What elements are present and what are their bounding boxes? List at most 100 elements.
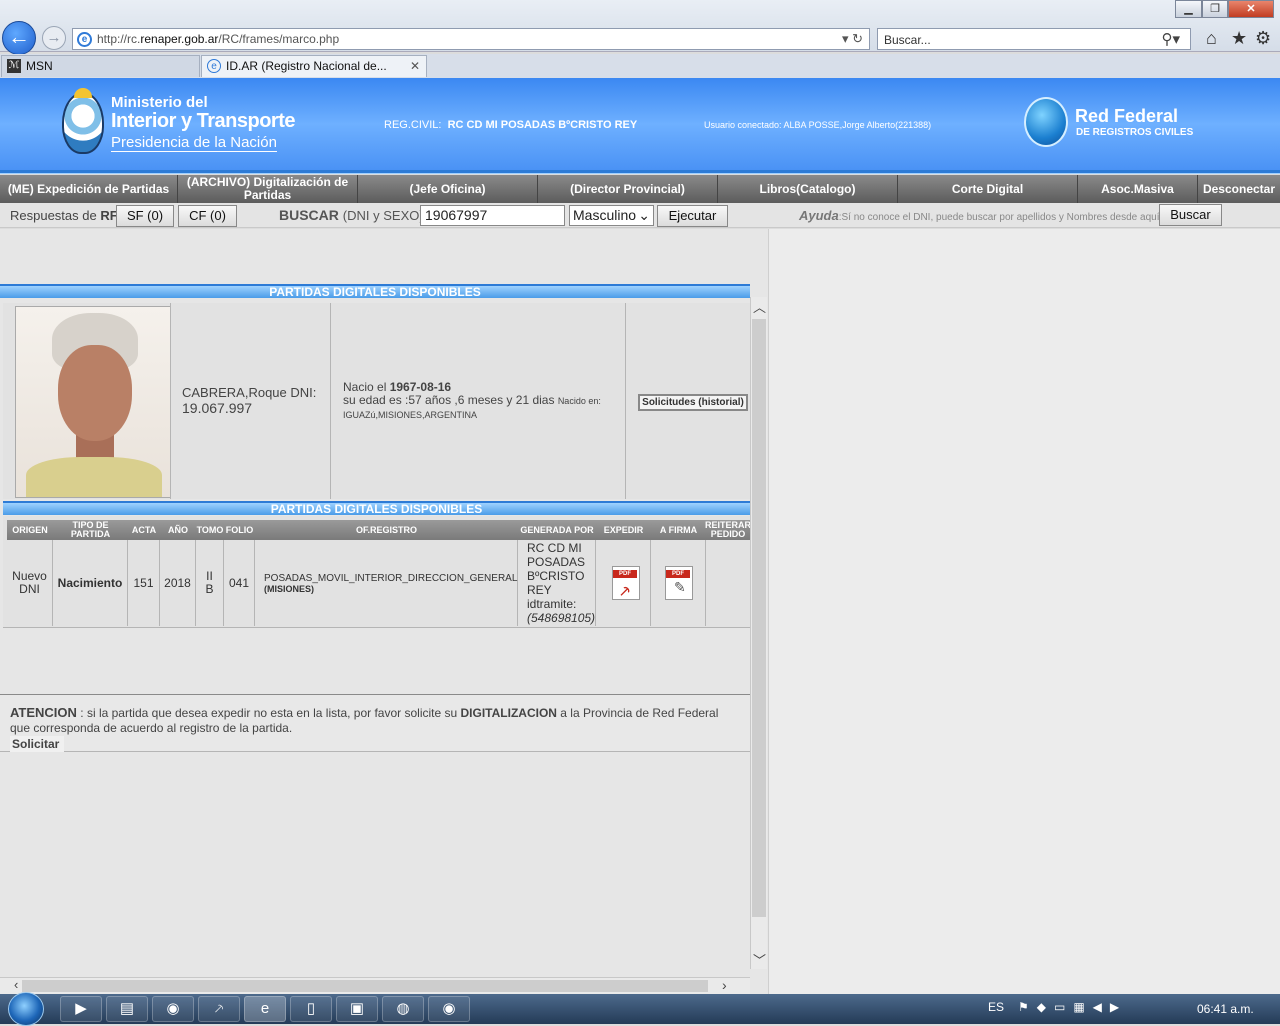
col-reiterar: REITERAR PEDIDO <box>705 520 752 540</box>
globe-icon <box>1024 97 1068 147</box>
back-button[interactable]: ← <box>2 21 36 55</box>
birth-info: Nacio el 1967-08-16 su edad es :57 años … <box>343 380 601 421</box>
browser-toolbar: ▁ ❐ ✕ ← → e http://rc.renaper.gob.ar/RC/… <box>0 0 1280 55</box>
col-folio: FOLIO <box>224 520 255 540</box>
tray-icons[interactable]: ⚑◆▭▦◀▶ <box>1018 1000 1127 1014</box>
address-bar[interactable]: e http://rc.renaper.gob.ar/RC/frames/mar… <box>72 28 870 50</box>
chrome-icon[interactable]: ◉ <box>152 996 194 1022</box>
ie-taskbar-icon[interactable]: e <box>244 996 286 1022</box>
nav-asoc-masiva[interactable]: Asoc.Masiva <box>1078 175 1198 203</box>
vertical-scrollbar[interactable]: ︿ ﹀ <box>750 297 767 969</box>
search-icon[interactable]: ⚲▾ <box>1161 30 1180 48</box>
search-input[interactable]: Buscar... ⚲▾ <box>877 28 1191 50</box>
home-icon[interactable]: ⌂ <box>1206 28 1217 49</box>
cell-reiterar <box>706 540 750 626</box>
nav-libros[interactable]: Libros(Catalogo) <box>718 175 898 203</box>
ministry-title-2: Interior y Transporte <box>111 110 296 132</box>
cell-a-firma: PDF ✎ <box>651 540 706 626</box>
gear-icon[interactable]: ⚙ <box>1255 28 1271 49</box>
respuestas-label: Respuestas de RF <box>10 208 118 223</box>
solicitar-button[interactable]: Solicitar <box>10 736 64 752</box>
person-dni: 19.067.997 <box>182 400 253 416</box>
acrobat-icon[interactable]: ⸕ <box>198 996 240 1022</box>
partidas-table: ORIGEN TIPO DE PARTIDA ACTA AÑO TOMO FOL… <box>3 516 752 628</box>
nav-expedicion[interactable]: (ME) Expedición de Partidas <box>0 175 178 203</box>
cell-anio: 2018 <box>160 540 196 626</box>
buscar-button[interactable]: Buscar <box>1159 204 1222 226</box>
scroll-right-icon[interactable]: › <box>722 977 727 993</box>
cell-origen: Nuevo DNI <box>7 540 53 626</box>
tab-msn[interactable]: ℳ MSN <box>1 55 200 77</box>
red-federal-subtitle: DE REGISTROS CIVILES <box>1076 127 1194 138</box>
app-icon[interactable]: ▣ <box>336 996 378 1022</box>
language-indicator[interactable]: ES <box>988 1000 1004 1014</box>
vertical-scroll-thumb[interactable] <box>752 319 766 917</box>
col-tomo: TOMO <box>196 520 224 540</box>
pdf-firma-icon[interactable]: PDF ✎ <box>665 566 693 600</box>
ejecutar-button[interactable]: Ejecutar <box>657 205 728 227</box>
start-button[interactable] <box>8 992 44 1026</box>
cell-tomo: II B <box>196 540 224 626</box>
red-federal-title: Red Federal <box>1075 106 1179 126</box>
minimize-button[interactable]: ▁ <box>1175 0 1202 18</box>
pdf-expedir-icon[interactable]: PDF ⸕ <box>612 566 640 600</box>
photo-face <box>58 345 132 441</box>
clock[interactable]: 06:41 a.m. <box>1197 1002 1254 1016</box>
maximize-button[interactable]: ❐ <box>1202 0 1228 18</box>
close-tab-icon[interactable]: ✕ <box>410 56 420 76</box>
media-player-icon[interactable]: ▶ <box>60 996 102 1022</box>
col-origen: ORIGEN <box>7 520 53 540</box>
cell-tipo: Nacimiento <box>53 540 128 626</box>
cell-folio: 041 <box>224 540 255 626</box>
divider <box>330 303 331 499</box>
attention-box: ATENCION : si la partida que desea exped… <box>0 694 750 752</box>
nav-jefe-oficina[interactable]: (Jefe Oficina) <box>358 175 538 203</box>
solicitudes-button[interactable]: Solicitudes (historial) <box>638 394 748 411</box>
person-section-title: PARTIDAS DIGITALES DISPONIBLES <box>0 284 750 299</box>
buscar-label: BUSCAR (DNI y SEXO) <box>279 207 424 223</box>
notepad-icon[interactable]: ▯ <box>290 996 332 1022</box>
close-button[interactable]: ✕ <box>1228 0 1274 18</box>
nav-corte-digital[interactable]: Corte Digital <box>898 175 1078 203</box>
chevron-down-icon: ⌄ <box>638 207 650 223</box>
col-acta: ACTA <box>128 520 160 540</box>
cell-generada-por: RC CD MI POSADAS BºCRISTO REY idtramite:… <box>518 540 596 626</box>
nav-digitalizacion[interactable]: (ARCHIVO) Digitalización de Partidas <box>178 175 358 203</box>
cf-button[interactable]: CF (0) <box>178 205 237 227</box>
scroll-up-icon[interactable]: ︿ <box>753 297 766 316</box>
horizontal-scroll-thumb[interactable] <box>22 980 708 992</box>
argentina-seal-icon <box>62 92 104 154</box>
file-explorer-icon[interactable]: ▤ <box>106 996 148 1022</box>
nav-desconectar[interactable]: Desconectar <box>1198 175 1280 203</box>
taskbar: ▶ ▤ ◉ ⸕ e ▯ ▣ ◍ ◉ ES ⚑◆▭▦◀▶ 06:41 a.m. <box>0 992 1280 1026</box>
favorites-star-icon[interactable]: ★ <box>1231 28 1247 49</box>
header-divider <box>0 170 1280 174</box>
main-nav: (ME) Expedición de Partidas (ARCHIVO) Di… <box>0 175 1280 203</box>
ie-page-icon: e <box>77 32 92 47</box>
partidas-section-title: PARTIDAS DIGITALES DISPONIBLES <box>3 501 750 516</box>
sexo-select[interactable]: Masculino ⌄ <box>569 205 654 226</box>
horizontal-scrollbar[interactable]: ‹ › <box>0 977 750 994</box>
forward-button[interactable]: → <box>42 26 66 50</box>
nav-director-provincial[interactable]: (Director Provincial) <box>538 175 718 203</box>
col-generada-por: GENERADA POR <box>518 520 596 540</box>
col-a-firma: A FIRMA <box>651 520 706 540</box>
cell-expedir: PDF ⸕ <box>596 540 651 626</box>
chrome-window-icon[interactable]: ◉ <box>428 996 470 1022</box>
ministry-title-3: Presidencia de la Nación <box>111 134 277 152</box>
dni-input[interactable]: 19067997 <box>420 205 565 226</box>
tab-idar[interactable]: e ID.AR (Registro Nacional de... ✕ <box>201 55 427 77</box>
scroll-down-icon[interactable]: ﹀ <box>753 950 766 969</box>
photo-shirt <box>26 457 162 497</box>
usuario-conectado: Usuario conectado: ALBA POSSE,Jorge Albe… <box>704 120 932 130</box>
refresh-icon[interactable]: ▾ ↻ <box>842 31 863 47</box>
msn-icon: ℳ <box>7 59 21 73</box>
ministry-title-1: Ministerio del <box>111 94 208 111</box>
results-frame: PARTIDAS DIGITALES DISPONIBLES CABRERA,R… <box>0 229 768 994</box>
ie-tab-icon: e <box>207 59 221 73</box>
firefox-icon[interactable]: ◍ <box>382 996 424 1022</box>
sf-button[interactable]: SF (0) <box>116 205 174 227</box>
attention-text: ATENCION : si la partida que desea exped… <box>10 705 719 735</box>
scroll-left-icon[interactable]: ‹ <box>14 977 18 992</box>
search-row: Respuestas de RF SF (0) CF (0) BUSCAR (D… <box>0 203 1280 228</box>
